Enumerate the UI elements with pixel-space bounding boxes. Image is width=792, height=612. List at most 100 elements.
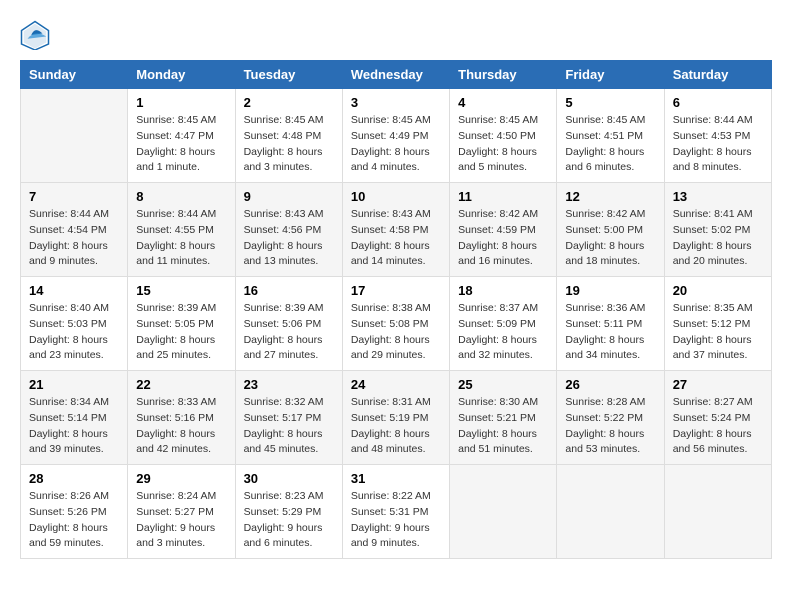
day-info: Sunrise: 8:44 AMSunset: 4:54 PMDaylight:…: [29, 207, 119, 270]
day-number: 20: [673, 283, 763, 298]
day-info: Sunrise: 8:42 AMSunset: 4:59 PMDaylight:…: [458, 207, 548, 270]
day-number: 15: [136, 283, 226, 298]
day-info: Sunrise: 8:45 AMSunset: 4:48 PMDaylight:…: [244, 113, 334, 176]
calendar-cell: [557, 465, 664, 559]
calendar-week-row: 28Sunrise: 8:26 AMSunset: 5:26 PMDayligh…: [21, 465, 772, 559]
calendar-cell: 14Sunrise: 8:40 AMSunset: 5:03 PMDayligh…: [21, 277, 128, 371]
day-number: 19: [565, 283, 655, 298]
calendar-cell: [664, 465, 771, 559]
day-number: 29: [136, 471, 226, 486]
day-number: 13: [673, 189, 763, 204]
calendar-cell: 21Sunrise: 8:34 AMSunset: 5:14 PMDayligh…: [21, 371, 128, 465]
calendar-cell: [21, 89, 128, 183]
calendar-cell: 30 Sunrise: 8:23 AMSunset: 5:29 PMDayligh…: [235, 465, 342, 559]
day-info: Sunrise: 8:45 AMSunset: 4:51 PMDaylight:…: [565, 113, 655, 176]
day-number: 25: [458, 377, 548, 392]
calendar-cell: 6 Sunrise: 8:44 AMSunset: 4:53 PMDaylight…: [664, 89, 771, 183]
calendar-cell: 16 Sunrise: 8:39 AMSunset: 5:06 PMDayligh…: [235, 277, 342, 371]
day-info: Sunrise: 8:32 AMSunset: 5:17 PMDaylight:…: [244, 395, 334, 458]
day-info: Sunrise: 8:36 AMSunset: 5:11 PMDaylight:…: [565, 301, 655, 364]
day-number: 1: [136, 95, 226, 110]
day-number: 7: [29, 189, 119, 204]
day-number: 12: [565, 189, 655, 204]
calendar-cell: 10Sunrise: 8:43 AMSunset: 4:58 PMDayligh…: [342, 183, 449, 277]
calendar-cell: 26 Sunrise: 8:28 AMSunset: 5:22 PMDayligh…: [557, 371, 664, 465]
calendar-cell: 18 Sunrise: 8:37 AMSunset: 5:09 PMDayligh…: [450, 277, 557, 371]
calendar-cell: 13 Sunrise: 8:41 AMSunset: 5:02 PMDayligh…: [664, 183, 771, 277]
day-of-week-header: Saturday: [664, 61, 771, 89]
day-info: Sunrise: 8:43 AMSunset: 4:56 PMDaylight:…: [244, 207, 334, 270]
calendar-cell: 24 Sunrise: 8:31 AMSunset: 5:19 PMDayligh…: [342, 371, 449, 465]
day-number: 24: [351, 377, 441, 392]
calendar-cell: 25Sunrise: 8:30 AMSunset: 5:21 PMDayligh…: [450, 371, 557, 465]
calendar-cell: 28Sunrise: 8:26 AMSunset: 5:26 PMDayligh…: [21, 465, 128, 559]
day-info: Sunrise: 8:40 AMSunset: 5:03 PMDaylight:…: [29, 301, 119, 364]
calendar-cell: 4 Sunrise: 8:45 AMSunset: 4:50 PMDaylight…: [450, 89, 557, 183]
calendar-week-row: 1 Sunrise: 8:45 AMSunset: 4:47 PMDaylight…: [21, 89, 772, 183]
day-info: Sunrise: 8:31 AMSunset: 5:19 PMDaylight:…: [351, 395, 441, 458]
day-info: Sunrise: 8:33 AMSunset: 5:16 PMDaylight:…: [136, 395, 226, 458]
day-number: 26: [565, 377, 655, 392]
day-number: 18: [458, 283, 548, 298]
day-info: Sunrise: 8:27 AMSunset: 5:24 PMDaylight:…: [673, 395, 763, 458]
day-number: 31: [351, 471, 441, 486]
day-of-week-header: Friday: [557, 61, 664, 89]
day-number: 9: [244, 189, 334, 204]
day-info: Sunrise: 8:38 AMSunset: 5:08 PMDaylight:…: [351, 301, 441, 364]
calendar-cell: 3 Sunrise: 8:45 AMSunset: 4:49 PMDaylight…: [342, 89, 449, 183]
calendar-cell: [450, 465, 557, 559]
logo-icon: [20, 20, 50, 50]
day-of-week-header: Wednesday: [342, 61, 449, 89]
calendar-cell: 23 Sunrise: 8:32 AMSunset: 5:17 PMDayligh…: [235, 371, 342, 465]
calendar-cell: 7 Sunrise: 8:44 AMSunset: 4:54 PMDaylight…: [21, 183, 128, 277]
calendar-cell: 12 Sunrise: 8:42 AMSunset: 5:00 PMDayligh…: [557, 183, 664, 277]
day-info: Sunrise: 8:22 AMSunset: 5:31 PMDaylight:…: [351, 489, 441, 552]
page-header: [20, 20, 772, 50]
day-info: Sunrise: 8:28 AMSunset: 5:22 PMDaylight:…: [565, 395, 655, 458]
day-number: 23: [244, 377, 334, 392]
day-info: Sunrise: 8:26 AMSunset: 5:26 PMDaylight:…: [29, 489, 119, 552]
calendar-table: SundayMondayTuesdayWednesdayThursdayFrid…: [20, 60, 772, 559]
calendar-week-row: 7 Sunrise: 8:44 AMSunset: 4:54 PMDaylight…: [21, 183, 772, 277]
calendar-cell: 19 Sunrise: 8:36 AMSunset: 5:11 PMDayligh…: [557, 277, 664, 371]
day-of-week-header: Thursday: [450, 61, 557, 89]
day-number: 11: [458, 189, 548, 204]
calendar-cell: 1 Sunrise: 8:45 AMSunset: 4:47 PMDaylight…: [128, 89, 235, 183]
day-info: Sunrise: 8:34 AMSunset: 5:14 PMDaylight:…: [29, 395, 119, 458]
day-info: Sunrise: 8:39 AMSunset: 5:05 PMDaylight:…: [136, 301, 226, 364]
calendar-cell: 2 Sunrise: 8:45 AMSunset: 4:48 PMDaylight…: [235, 89, 342, 183]
day-number: 22: [136, 377, 226, 392]
day-info: Sunrise: 8:45 AMSunset: 4:47 PMDaylight:…: [136, 113, 226, 176]
day-info: Sunrise: 8:41 AMSunset: 5:02 PMDaylight:…: [673, 207, 763, 270]
day-info: Sunrise: 8:44 AMSunset: 4:53 PMDaylight:…: [673, 113, 763, 176]
calendar-cell: 22 Sunrise: 8:33 AMSunset: 5:16 PMDayligh…: [128, 371, 235, 465]
calendar-cell: 9 Sunrise: 8:43 AMSunset: 4:56 PMDaylight…: [235, 183, 342, 277]
day-number: 5: [565, 95, 655, 110]
day-number: 4: [458, 95, 548, 110]
day-number: 30: [244, 471, 334, 486]
calendar-cell: 11 Sunrise: 8:42 AMSunset: 4:59 PMDayligh…: [450, 183, 557, 277]
day-info: Sunrise: 8:24 AMSunset: 5:27 PMDaylight:…: [136, 489, 226, 552]
day-number: 3: [351, 95, 441, 110]
day-info: Sunrise: 8:23 AMSunset: 5:29 PMDaylight:…: [244, 489, 334, 552]
calendar-cell: 29 Sunrise: 8:24 AMSunset: 5:27 PMDayligh…: [128, 465, 235, 559]
day-info: Sunrise: 8:42 AMSunset: 5:00 PMDaylight:…: [565, 207, 655, 270]
calendar-week-row: 21Sunrise: 8:34 AMSunset: 5:14 PMDayligh…: [21, 371, 772, 465]
day-number: 27: [673, 377, 763, 392]
calendar-cell: 8Sunrise: 8:44 AMSunset: 4:55 PMDaylight…: [128, 183, 235, 277]
calendar-cell: 5 Sunrise: 8:45 AMSunset: 4:51 PMDaylight…: [557, 89, 664, 183]
day-of-week-header: Monday: [128, 61, 235, 89]
day-info: Sunrise: 8:39 AMSunset: 5:06 PMDaylight:…: [244, 301, 334, 364]
calendar-cell: 27 Sunrise: 8:27 AMSunset: 5:24 PMDayligh…: [664, 371, 771, 465]
calendar-cell: 17Sunrise: 8:38 AMSunset: 5:08 PMDayligh…: [342, 277, 449, 371]
day-info: Sunrise: 8:35 AMSunset: 5:12 PMDaylight:…: [673, 301, 763, 364]
day-number: 6: [673, 95, 763, 110]
day-of-week-header: Tuesday: [235, 61, 342, 89]
day-info: Sunrise: 8:45 AMSunset: 4:49 PMDaylight:…: [351, 113, 441, 176]
day-info: Sunrise: 8:37 AMSunset: 5:09 PMDaylight:…: [458, 301, 548, 364]
calendar-cell: 20 Sunrise: 8:35 AMSunset: 5:12 PMDayligh…: [664, 277, 771, 371]
day-number: 16: [244, 283, 334, 298]
day-number: 2: [244, 95, 334, 110]
calendar-cell: 15 Sunrise: 8:39 AMSunset: 5:05 PMDayligh…: [128, 277, 235, 371]
day-info: Sunrise: 8:45 AMSunset: 4:50 PMDaylight:…: [458, 113, 548, 176]
